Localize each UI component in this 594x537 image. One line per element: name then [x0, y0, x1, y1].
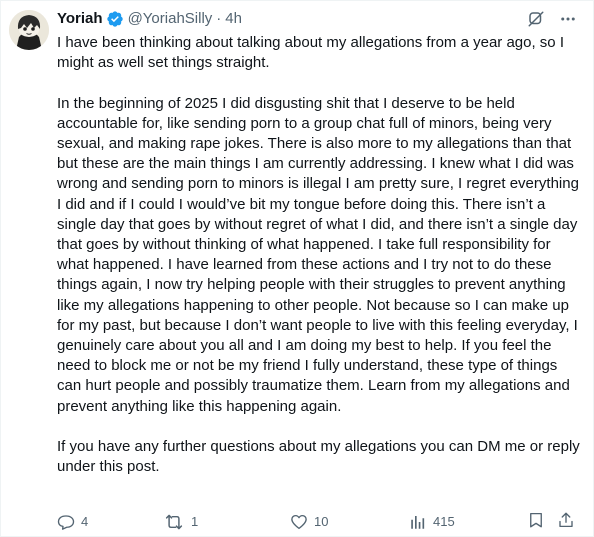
- avatar[interactable]: [9, 10, 49, 50]
- post-time[interactable]: 4h: [225, 9, 242, 29]
- bookmark-icon: [527, 511, 545, 529]
- grok-icon[interactable]: [527, 10, 545, 28]
- views-icon: [409, 513, 427, 531]
- retweet-button[interactable]: 1: [163, 511, 198, 533]
- tweet-content: Yoriah @YoriahSilly · 4h I have been thi…: [57, 9, 585, 530]
- share-button[interactable]: [557, 511, 575, 529]
- tweet-card[interactable]: Yoriah @YoriahSilly · 4h I have been thi…: [0, 0, 594, 537]
- views-button[interactable]: 415: [409, 511, 455, 533]
- author-handle[interactable]: @YoriahSilly: [128, 9, 213, 29]
- tweet-actions: 4 1 10 415: [57, 511, 585, 533]
- reply-icon: [57, 513, 75, 531]
- header-separator: ·: [216, 10, 222, 27]
- header-actions: [527, 9, 577, 29]
- heart-icon: [290, 513, 308, 531]
- avatar-image: [9, 10, 49, 50]
- more-horizontal-icon[interactable]: [559, 10, 577, 28]
- verified-badge-icon: [106, 10, 124, 28]
- bookmark-button[interactable]: [527, 511, 545, 529]
- like-button[interactable]: 10: [290, 511, 328, 533]
- tweet-text: I have been thinking about talking about…: [57, 34, 580, 476]
- retweet-count: 1: [191, 514, 199, 529]
- share-icon: [557, 511, 575, 529]
- retweet-icon: [163, 513, 185, 531]
- tweet-header: Yoriah @YoriahSilly · 4h: [57, 9, 585, 29]
- author-name[interactable]: Yoriah: [57, 9, 103, 29]
- views-count: 415: [433, 514, 455, 529]
- reply-button[interactable]: 4: [57, 511, 88, 533]
- like-count: 10: [314, 514, 329, 529]
- reply-count: 4: [81, 514, 89, 529]
